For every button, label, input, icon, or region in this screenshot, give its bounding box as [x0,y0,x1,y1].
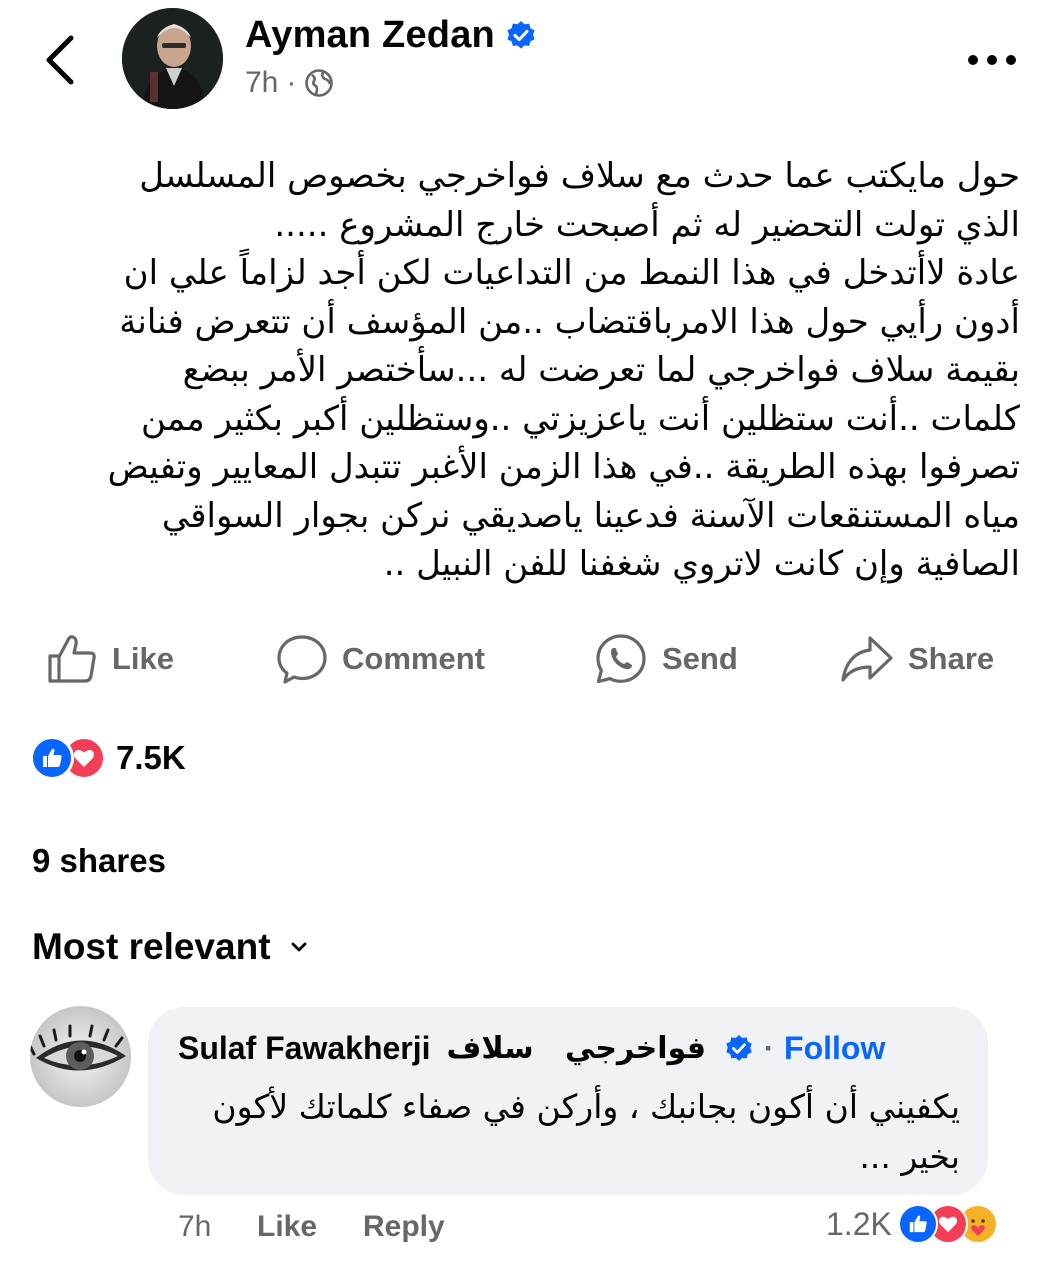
post-meta: 7h · [245,66,334,100]
post-line: حول مايكتب عما حدث مع سلاف فواخرجي بخصوص… [139,156,1020,196]
post-line: الصافية وإن كانت لاتروي شغفنا للفن النبي… [383,544,1020,584]
back-button[interactable] [38,30,82,90]
verified-badge-icon [507,20,535,49]
comment-reply-button[interactable]: Reply [363,1210,445,1244]
comment-reactions[interactable]: 1.2K [826,1204,998,1244]
follow-button[interactable]: Follow [784,1030,885,1067]
comment-time[interactable]: 7h [178,1210,211,1244]
meta-separator: · [286,66,297,99]
post-line: بقيمة سلاف فواخرجي لما تعرضت له ...سأختص… [182,350,1020,390]
reaction-count: 7.5K [116,739,186,776]
comment-label: Comment [342,641,485,676]
post-text: حول مايكتب عما حدث مع سلاف فواخرجي بخصوص… [60,152,1020,589]
comment-bubble-icon [277,635,327,684]
like-reaction-icon [30,736,74,780]
whatsapp-icon [596,634,646,684]
comment-line: يكفيني أن أكون بجانبك ، وأركن في صفاء كل… [212,1087,960,1126]
comment-text: يكفيني أن أكون بجانبك ، وأركن في صفاء كل… [170,1082,960,1182]
post-line: كلمات ..أنت ستظلين أنت ياعزيزتي ..وستظلي… [140,398,1020,439]
commenter-avatar[interactable] [30,1006,131,1107]
shares-count[interactable]: 9 shares [32,842,166,880]
globe-icon [305,69,334,97]
send-label: Send [662,641,738,676]
commenter-name-arabic-part: فواخرجي [565,1031,707,1066]
follow-separator: · [764,1031,775,1065]
chevron-left-icon [46,35,74,85]
author-avatar[interactable] [122,8,223,109]
like-label: Like [112,641,175,676]
like-button[interactable]: Like [46,628,174,690]
comment-like-button[interactable]: Like [257,1210,317,1244]
more-horizontal-icon [968,55,1016,65]
more-options-button[interactable] [962,40,1022,80]
post-time[interactable]: 7h [245,66,278,100]
share-arrow-icon [841,636,893,682]
chevron-down-icon [291,942,306,952]
reactions-summary[interactable]: 7.5K [30,736,186,780]
comment-header: Sulaf Fawakherji فواخرجي سلاف · Follow [178,1030,885,1067]
like-reaction-icon [897,1204,938,1244]
post-line: الذي تولت التحضير له ثم أصبحت خارج المشر… [274,204,1020,245]
commenter-name-arabic[interactable]: فواخرجي سلاف [447,1031,706,1066]
author-name[interactable]: Ayman Zedan [245,14,495,57]
comment-sort-dropdown[interactable]: Most relevant [32,926,307,968]
comment-line: بخير ... [859,1137,960,1176]
share-button[interactable]: Share [840,628,994,690]
comment-reaction-count: 1.2K [826,1205,892,1242]
comment-button[interactable]: Comment [276,628,485,690]
post-line: عادة لاأتدخل في هذا النمط من التداعيات ل… [123,253,1020,293]
post-line: أدون رأيي حول هذا الامرباقتضاب ..من المؤ… [119,301,1020,342]
author-header: Ayman Zedan [245,14,537,57]
commenter-name[interactable]: Sulaf Fawakherji [178,1030,431,1067]
send-button[interactable]: Send [594,628,738,690]
thumbs-up-icon [48,635,96,683]
sort-label: Most relevant [32,926,271,967]
verified-badge-icon [726,1034,752,1061]
post-line: تصرفوا بهذه الطريقة ..في هذا الزمن الأغب… [107,447,1020,487]
post-line: مياه المستنقعات الآسنة فدعينا ياصديقي نر… [161,495,1020,536]
commenter-name-arabic-part: سلاف [446,1031,534,1066]
share-label: Share [908,641,995,676]
